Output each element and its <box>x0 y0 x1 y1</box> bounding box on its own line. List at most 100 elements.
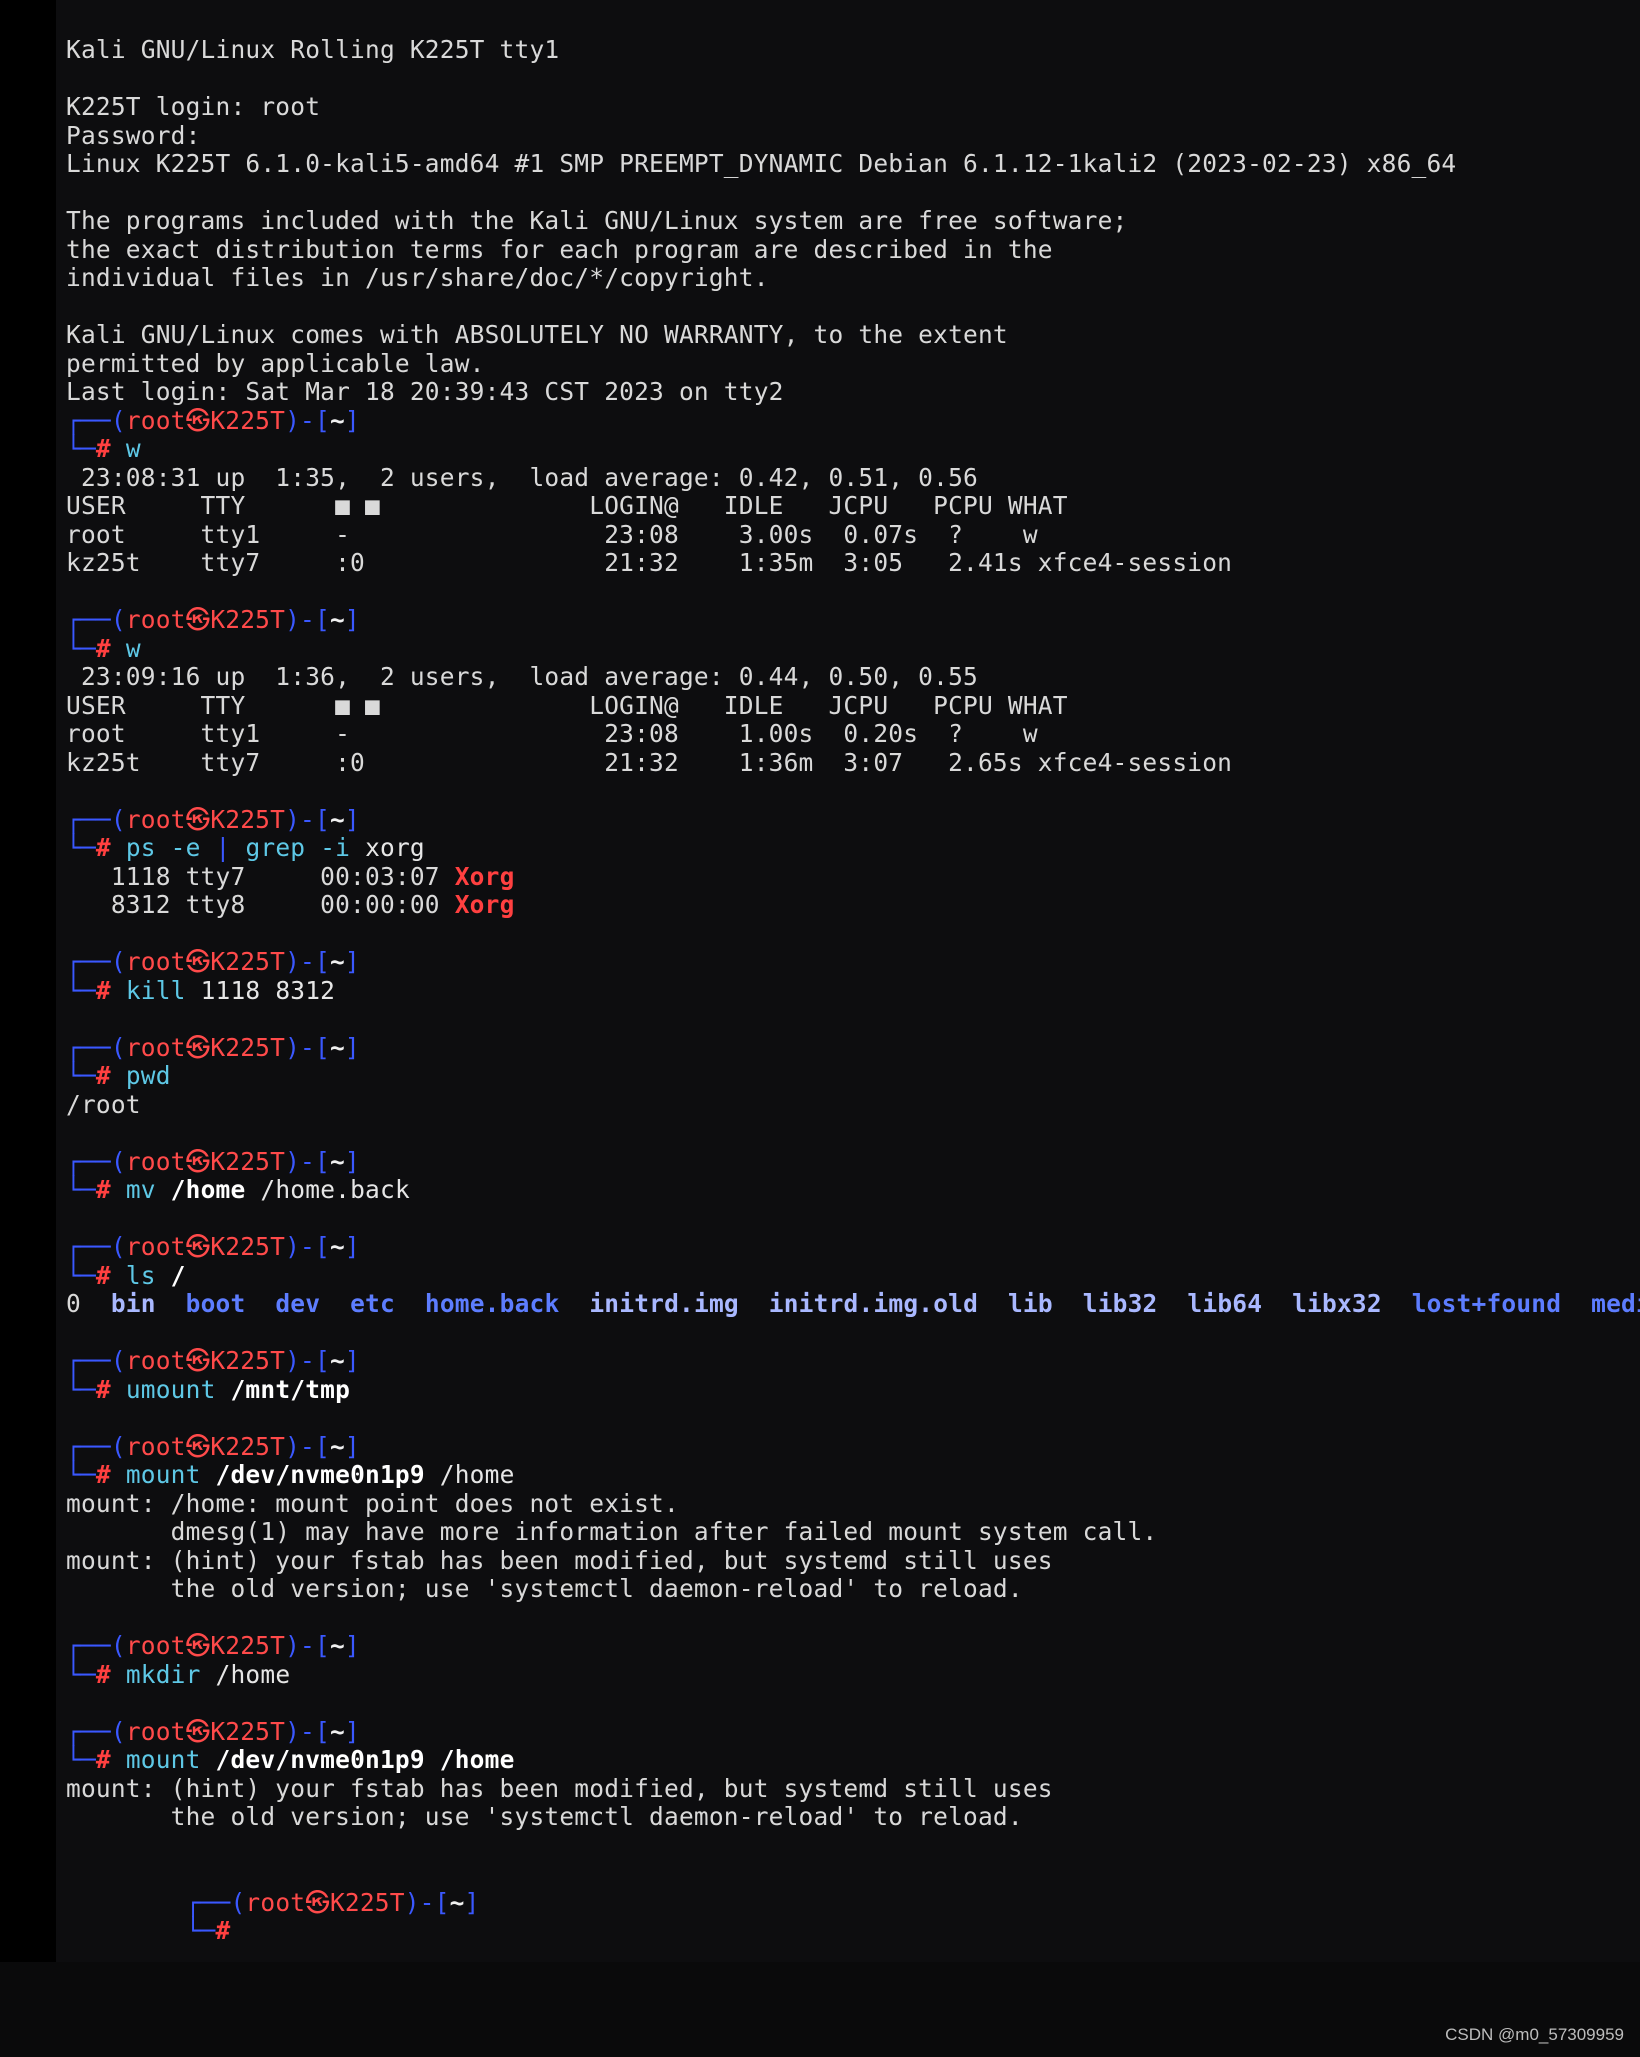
motd-line: Kali GNU/Linux comes with ABSOLUTELY NO … <box>66 320 1008 349</box>
prompt-line: ┌──(root㉿K225T)-[~] <box>66 1716 360 1746</box>
command-token: mount <box>125 1745 216 1774</box>
output-token: media <box>1591 1289 1640 1318</box>
output-line: 23:09:16 up 1:36, 2 users, load average:… <box>66 662 978 691</box>
motd-line: The programs included with the Kali GNU/… <box>66 206 1128 235</box>
output-line: mount: (hint) your fstab has been modifi… <box>66 1545 1053 1575</box>
prompt-host: K225T <box>210 947 286 976</box>
output-line: 23:08:31 up 1:35, 2 users, load average:… <box>66 462 978 492</box>
command-line: └─# pwd <box>66 1061 171 1090</box>
command-token: /home <box>424 1745 515 1774</box>
prompt-host: K225T <box>210 1032 286 1062</box>
output-token: libx32 <box>1292 1289 1382 1318</box>
command-token: umount <box>125 1374 231 1404</box>
command-token: mv <box>125 1175 171 1204</box>
command-token: ps <box>125 833 171 862</box>
watermark: CSDN @m0_57309959 <box>1445 2025 1624 2044</box>
output-token: dev <box>275 1289 321 1318</box>
output-line: /root <box>66 1089 141 1119</box>
root-hash-prompt: # <box>95 833 126 862</box>
command-token: grep <box>245 833 321 862</box>
prompt-host: K225T <box>210 1346 286 1375</box>
command-token: kill <box>125 975 201 1005</box>
prompt-cwd: ~ <box>329 947 345 976</box>
prompt-user: root <box>125 1631 186 1660</box>
command-token: mount <box>125 1460 216 1489</box>
output-token: Xorg <box>454 861 515 891</box>
prompt-user: root <box>125 405 186 435</box>
output-line: mount: /home: mount point does not exist… <box>66 1488 679 1518</box>
prompt-line: ┌──(root㉿K225T)-[~] <box>66 1146 360 1176</box>
prompt-user: root <box>125 1146 186 1176</box>
password-line: Password: <box>66 120 201 150</box>
output-line: 1118 tty7 00:03:07 Xorg <box>66 861 515 891</box>
prompt-host: K225T <box>210 605 286 634</box>
output-line: kz25t tty7 :0 21:32 1:35m 3:05 2.41s xfc… <box>66 548 1233 577</box>
prompt-cwd: ~ <box>329 804 345 834</box>
command-token: /mnt/tmp <box>230 1374 351 1404</box>
prompt-host: K225T <box>210 1146 286 1176</box>
output-token: initrd.img <box>589 1289 739 1318</box>
prompt-cwd: ~ <box>329 1146 345 1176</box>
root-hash-prompt: # <box>95 1061 126 1090</box>
command-line: └─# mkdir /home <box>66 1659 291 1689</box>
output-line: USER TTY ■ ■ LOGIN@ IDLE JCPU PCPU WHAT <box>66 491 1068 520</box>
output-line: dmesg(1) may have more information after… <box>66 1517 1158 1546</box>
root-hash-prompt: # <box>95 1374 126 1404</box>
command-token: / <box>170 1260 186 1290</box>
output-token: Xorg <box>454 890 515 919</box>
output-line: kz25t tty7 :0 21:32 1:36m 3:07 2.65s xfc… <box>66 747 1233 777</box>
prompt-cwd: ~ <box>329 1431 345 1461</box>
output-line: the old version; use 'systemctl daemon-r… <box>66 1802 1023 1831</box>
command-line: └─# mv /home /home.back <box>66 1175 410 1204</box>
prompt-user: root <box>125 1346 186 1375</box>
output-token: lost+found <box>1411 1289 1562 1318</box>
prompt-line: ┌──(root㉿K225T)-[~] <box>66 1032 360 1062</box>
prompt-line: ┌──(root㉿K225T)-[~] <box>66 405 360 435</box>
prompt-line: ┌──(root㉿K225T)-[~] <box>66 1631 360 1660</box>
prompt-line: ┌──(root㉿K225T)-[~] <box>66 1431 360 1461</box>
terminal-output[interactable]: Kali GNU/Linux Rolling K225T tty1 K225T … <box>66 35 1640 1945</box>
command-token: ls <box>125 1260 171 1290</box>
motd-line: the exact distribution terms for each pr… <box>66 234 1053 264</box>
command-history: ┌──(root㉿K225T)-[~] └─# w 23:08:31 up 1:3… <box>66 405 1640 1861</box>
prompt-host: K225T <box>210 1232 286 1261</box>
prompt-user: root <box>125 1716 186 1746</box>
command-token: pwd <box>125 1061 171 1090</box>
command-token: xorg <box>365 833 425 862</box>
output-token: initrd.img.old <box>768 1289 979 1318</box>
kernel-info-line: Linux K225T 6.1.0-kali5-amd64 #1 SMP PRE… <box>66 149 1457 178</box>
command-token: -i <box>320 833 366 862</box>
root-hash-prompt: # <box>95 1745 126 1774</box>
output-line: mount: (hint) your fstab has been modifi… <box>66 1773 1053 1803</box>
prompt-line: ┌──(root㉿K225T)-[~] <box>66 1346 360 1375</box>
command-block: ┌──(root㉿K225T)-[~] └─# ls /0 bin boot de… <box>66 1205 1640 1319</box>
prompt-host: K225T <box>210 804 286 834</box>
output-line: 0 bin boot dev etc home.back initrd.img … <box>66 1289 1640 1319</box>
command-line: └─# w <box>66 633 141 663</box>
prompt-line: ┌──(root㉿K225T)-[~] <box>66 947 360 976</box>
command-token: mkdir <box>125 1659 216 1689</box>
login-line: K225T login: root <box>66 92 321 121</box>
root-hash-prompt: # <box>95 1260 126 1290</box>
root-hash-prompt: # <box>215 1916 231 1945</box>
prompt-user: root <box>125 804 186 834</box>
command-token: /home.back <box>245 1175 410 1204</box>
command-line: └─# umount /mnt/tmp <box>66 1374 351 1404</box>
active-prompt[interactable]: ┌──(root㉿K225T)-[~] └─# <box>66 1860 1640 1945</box>
output-line: the old version; use 'systemctl daemon-r… <box>66 1574 1023 1603</box>
output-token: bin <box>110 1289 156 1318</box>
prompt-line: ┌──(root㉿K225T)-[~] <box>66 804 360 834</box>
command-block: ┌──(root㉿K225T)-[~] └─# pwd/root <box>66 1005 1640 1119</box>
prompt-line: ┌──(root㉿K225T)-[~] <box>66 1232 360 1261</box>
prompt-cwd: ~ <box>329 1232 345 1261</box>
prompt-cwd: ~ <box>329 605 345 634</box>
prompt-line: ┌──(root㉿K225T)-[~] <box>66 605 360 634</box>
tty-screen[interactable]: Kali GNU/Linux Rolling K225T tty1 K225T … <box>56 0 1640 1962</box>
command-line: └─# ps -e | grep -i xorg <box>66 833 425 862</box>
root-hash-prompt: # <box>95 434 126 463</box>
command-token: w <box>125 434 141 463</box>
prompt-cwd: ~ <box>329 1346 345 1375</box>
command-block: ┌──(root㉿K225T)-[~] └─# mount /dev/nvme0n… <box>66 1404 1640 1604</box>
prompt-host: K225T <box>210 1716 286 1746</box>
root-hash-prompt: # <box>95 633 126 663</box>
